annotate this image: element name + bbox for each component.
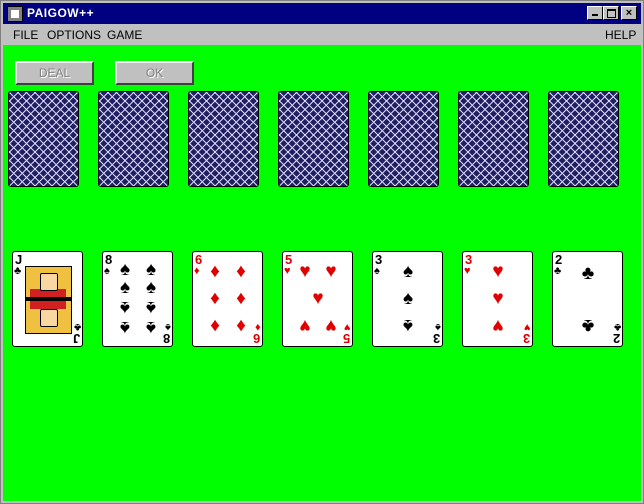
dealer-card-back — [278, 91, 349, 187]
suit-pip-icon: ♥ — [325, 315, 337, 336]
suit-pip-icon: ♠ — [402, 288, 414, 309]
card-suit-icon: ♠ — [435, 321, 441, 333]
player-card[interactable]: 6 ♦ 6 ♦ ♦ ♦ ♦ ♦ ♦ ♦ — [192, 251, 263, 347]
suit-pip-icon: ♠ — [402, 315, 414, 336]
menu-file[interactable]: FILE — [13, 28, 38, 42]
suit-pip-icon: ♥ — [325, 261, 337, 282]
suit-pip-icon: ♦ — [236, 261, 246, 282]
suit-pip-icon: ♠ — [145, 317, 157, 338]
card-rank: 5 — [342, 331, 350, 346]
card-rank: J — [72, 331, 80, 346]
suit-pip-icon: ♠ — [119, 277, 131, 298]
menu-bar: FILE OPTIONS GAME HELP — [3, 25, 641, 45]
dealer-card-back — [98, 91, 169, 187]
suit-pip-icon: ♦ — [236, 288, 246, 309]
card-suit-icon: ♥ — [464, 265, 471, 277]
card-rank: 2 — [612, 331, 620, 346]
suit-pip-icon: ♥ — [299, 261, 311, 282]
suit-pip-icon: ♠ — [119, 317, 131, 338]
dealer-card-back — [458, 91, 529, 187]
maximize-icon — [604, 7, 618, 19]
player-card[interactable]: 3 ♥ 3 ♥ ♥ ♥ ♥ — [462, 251, 533, 347]
dealer-card-back — [8, 91, 79, 187]
suit-pip-icon: ♦ — [236, 315, 246, 336]
ok-button[interactable]: OK — [115, 61, 194, 85]
suit-pip-icon: ♥ — [492, 288, 504, 309]
suit-pip-icon: ♣ — [581, 315, 595, 336]
menu-game[interactable]: GAME — [107, 28, 142, 42]
player-card[interactable]: 2 ♣ 2 ♣ ♣ ♣ — [552, 251, 623, 347]
card-suit-icon: ♥ — [284, 265, 291, 277]
app-icon[interactable] — [7, 6, 23, 22]
player-card[interactable]: 8 ♠ 8 ♠ ♠ ♠ ♠ ♠ ♠ ♠ ♠ ♠ — [102, 251, 173, 347]
suit-pip-icon: ♦ — [210, 315, 220, 336]
card-rank: 3 — [522, 331, 530, 346]
menu-help[interactable]: HELP — [605, 28, 636, 42]
minimize-icon — [588, 7, 602, 19]
suit-pip-icon: ♠ — [402, 261, 414, 282]
minimize-button[interactable] — [587, 6, 603, 20]
suit-pip-icon: ♣ — [581, 263, 595, 284]
card-suit-icon: ♠ — [104, 265, 110, 277]
maximize-button[interactable] — [603, 6, 619, 20]
suit-pip-icon: ♦ — [210, 261, 220, 282]
card-rank: 6 — [252, 331, 260, 346]
card-rank: 3 — [432, 331, 440, 346]
title-bar[interactable]: PAIGOW++ × — [3, 3, 641, 24]
deal-button[interactable]: DEAL — [15, 61, 94, 85]
card-suit-icon: ♣ — [14, 265, 22, 277]
app-window: PAIGOW++ × FILE OPTIONS GAME HELP DEAL O… — [0, 0, 644, 504]
suit-pip-icon: ♥ — [492, 261, 504, 282]
suit-pip-icon: ♥ — [312, 288, 324, 309]
dealer-card-back — [548, 91, 619, 187]
dealer-card-back — [368, 91, 439, 187]
suit-pip-icon: ♦ — [210, 288, 220, 309]
suit-pip-icon: ♥ — [299, 315, 311, 336]
card-suit-icon: ♥ — [344, 321, 351, 333]
card-suit-icon: ♣ — [613, 321, 621, 333]
player-card[interactable]: 3 ♠ 3 ♠ ♠ ♠ ♠ — [372, 251, 443, 347]
suit-pip-icon: ♠ — [119, 297, 131, 318]
card-suit-icon: ♥ — [524, 321, 531, 333]
player-card[interactable]: J ♣ J ♣ — [12, 251, 83, 347]
game-table: DEAL OK J ♣ J ♣ 8 ♠ 8 ♠ ♠ ♠ ♠ ♠ ♠ ♠ ♠ ♠ 6 ♦ 6 ♦ ♦ ♦ ♦ ♦ ♦ ♦ 5 ♥ 5 ♥ ♥ ♥… — [3, 45, 641, 501]
suit-pip-icon: ♥ — [492, 315, 504, 336]
close-icon: × — [625, 7, 633, 19]
dealer-card-back — [188, 91, 259, 187]
card-suit-icon: ♣ — [73, 321, 81, 333]
card-suit-icon: ♠ — [374, 265, 380, 277]
menu-options[interactable]: OPTIONS — [47, 28, 101, 42]
card-suit-icon: ♣ — [554, 265, 562, 277]
player-card[interactable]: 5 ♥ 5 ♥ ♥ ♥ ♥ ♥ ♥ — [282, 251, 353, 347]
card-suit-icon: ♦ — [255, 321, 261, 333]
close-button[interactable]: × — [621, 6, 637, 20]
window-title: PAIGOW++ — [27, 6, 95, 20]
card-suit-icon: ♠ — [165, 321, 171, 333]
suit-pip-icon: ♠ — [145, 297, 157, 318]
suit-pip-icon: ♠ — [145, 277, 157, 298]
card-suit-icon: ♦ — [194, 265, 200, 277]
card-rank: 8 — [162, 331, 170, 346]
jack-face-art — [25, 266, 72, 334]
